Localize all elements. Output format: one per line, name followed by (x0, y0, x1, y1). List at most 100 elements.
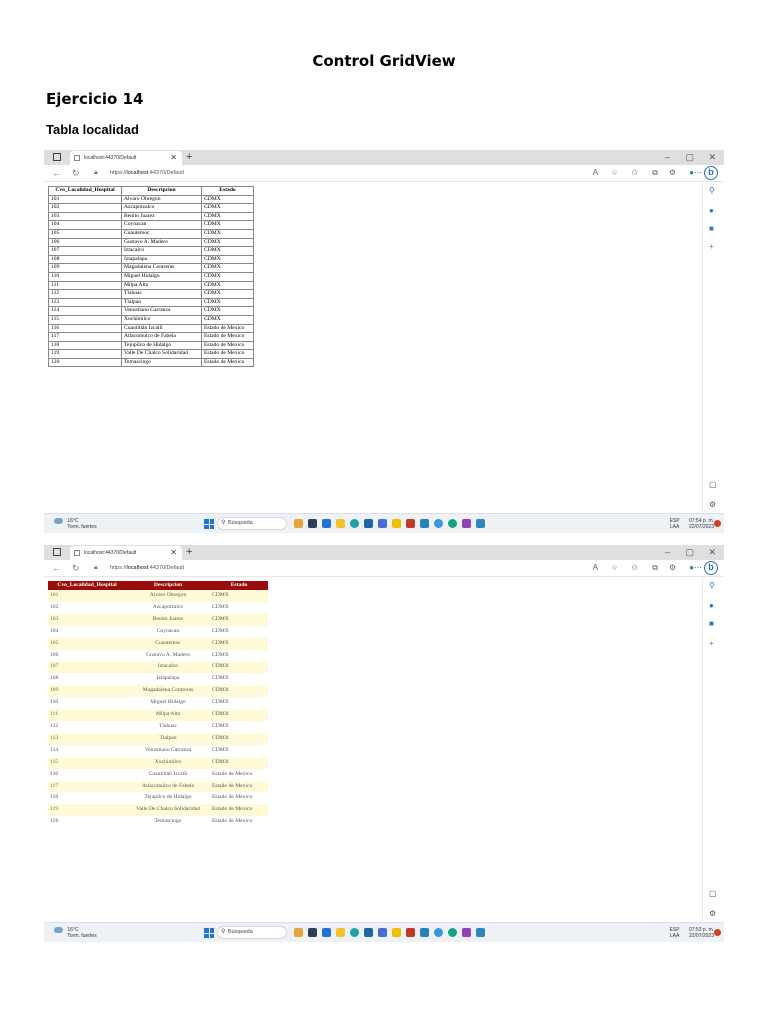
close-tab-icon[interactable]: ✕ (170, 546, 177, 560)
sidebar-tools-icon[interactable]: ■ (709, 224, 714, 234)
app-icon[interactable] (294, 519, 303, 528)
system-tray[interactable]: ESP LAA 07:53 p. m. 22/07/2023 (670, 927, 714, 939)
table-cell: Estado de Mexico (201, 357, 254, 368)
collections-icon[interactable]: ⧉ (652, 168, 658, 178)
collections-icon[interactable]: ⧉ (652, 563, 658, 573)
table-cell: 116 (48, 323, 122, 334)
address-bar: ← ↻ 🔒︎ https://localhost:44370/Default A… (44, 165, 724, 182)
extensions-icon[interactable]: ⚙ (669, 563, 676, 573)
app-icon[interactable] (308, 519, 317, 528)
favorite-star-icon[interactable]: ☆ (611, 168, 618, 178)
weather-widget[interactable]: 16°C Torm. fuertes (54, 518, 97, 530)
table-cell: CDMX (212, 699, 229, 706)
browser-tab[interactable]: localhost:44370/Default ✕ (70, 546, 182, 560)
table-cell: Benito Juarez (121, 211, 202, 222)
tab-actions-icon[interactable] (53, 153, 61, 161)
back-icon[interactable]: ← (52, 562, 61, 574)
app-icon[interactable] (392, 519, 401, 528)
app-icon[interactable] (420, 519, 429, 528)
app-icon[interactable] (420, 928, 429, 937)
url-field[interactable]: https://localhost:44370/Default (110, 563, 184, 573)
bing-icon[interactable]: b (704, 561, 718, 575)
close-window-icon[interactable]: ✕ (708, 546, 716, 559)
app-icon[interactable] (294, 928, 303, 937)
app-icon[interactable] (448, 519, 457, 528)
sidebar-search-icon[interactable]: ⚲ (709, 186, 715, 196)
back-icon[interactable]: ← (52, 167, 61, 179)
app-icon[interactable] (434, 519, 443, 528)
app-icon[interactable] (364, 928, 373, 937)
app-icon[interactable] (392, 928, 401, 937)
app-icon[interactable] (322, 519, 331, 528)
new-tab-button[interactable]: + (186, 545, 192, 559)
minimize-icon[interactable]: – (665, 546, 670, 559)
sidebar-shopping-icon[interactable]: ● (709, 601, 714, 611)
sidebar-split-icon[interactable]: ▢ (709, 480, 717, 490)
maximize-icon[interactable]: ▢ (685, 151, 694, 164)
more-menu-icon[interactable]: ⋯ (694, 563, 702, 573)
app-icon[interactable] (378, 519, 387, 528)
favorite-star-icon[interactable]: ☆ (611, 563, 618, 573)
bing-icon[interactable]: b (704, 166, 718, 180)
table-cell: Valle De Chalco Solidaridad (126, 804, 210, 817)
notification-icon[interactable] (714, 929, 721, 936)
system-tray[interactable]: ESP LAA 07:54 p. m. 22/07/2023 (670, 518, 714, 530)
table-cell: Estado de Mexico (201, 349, 254, 359)
app-icon[interactable] (378, 928, 387, 937)
windows-start-icon[interactable] (204, 928, 214, 938)
app-icon[interactable] (406, 928, 415, 937)
app-icon[interactable] (406, 519, 415, 528)
sidebar-shopping-icon[interactable]: ● (709, 206, 714, 216)
url-field[interactable]: https://localhost:44370/Default (110, 168, 184, 178)
app-icon[interactable] (476, 519, 485, 528)
app-icon[interactable] (308, 928, 317, 937)
read-aloud-icon[interactable]: A (593, 563, 598, 573)
windows-start-icon[interactable] (204, 519, 214, 529)
sidebar-settings-icon[interactable]: ⚙ (709, 500, 716, 510)
app-icon[interactable] (448, 928, 457, 937)
refresh-icon[interactable]: ↻ (72, 562, 80, 574)
sidebar-add-icon[interactable]: + (709, 639, 714, 649)
clock-date: 22/07/2023 (688, 933, 714, 939)
app-icon[interactable] (476, 928, 485, 937)
edge-icon[interactable] (350, 519, 359, 528)
table-cell: Miguel Hidalgo (121, 271, 202, 282)
sidebar-split-icon[interactable]: ▢ (709, 889, 717, 899)
table-cell: 113 (48, 732, 126, 745)
favorites-icon[interactable]: ✩ (631, 563, 638, 573)
app-icon[interactable] (434, 928, 443, 937)
refresh-icon[interactable]: ↻ (72, 167, 80, 179)
sidebar-search-icon[interactable]: ⚲ (709, 581, 715, 591)
notification-icon[interactable] (714, 520, 721, 527)
minimize-icon[interactable]: – (665, 151, 670, 164)
app-icon[interactable] (336, 519, 345, 528)
column-header: Cvo_Localidad_Hospital (48, 581, 126, 590)
search-icon: ⚲ (221, 520, 226, 526)
app-icon[interactable] (322, 928, 331, 937)
maximize-icon[interactable]: ▢ (685, 546, 694, 559)
new-tab-button[interactable]: + (186, 150, 192, 164)
taskbar-search[interactable]: ⚲ Búsqueda (217, 926, 287, 939)
tab-actions-icon[interactable] (53, 548, 61, 556)
extensions-icon[interactable]: ⚙ (669, 168, 676, 178)
more-menu-icon[interactable]: ⋯ (694, 168, 702, 178)
table-row: 117 Atlacomulco de Fabela Estado de Mexico (48, 332, 254, 342)
browser-tab[interactable]: localhost:44370/Default ✕ (70, 151, 182, 165)
edge-icon[interactable] (350, 928, 359, 937)
sidebar-tools-icon[interactable]: ■ (709, 619, 714, 629)
close-window-icon[interactable]: ✕ (708, 151, 716, 164)
taskbar-search[interactable]: ⚲ Búsqueda (217, 517, 287, 530)
app-icon[interactable] (462, 928, 471, 937)
sidebar-settings-icon[interactable]: ⚙ (709, 909, 716, 919)
app-icon[interactable] (462, 519, 471, 528)
app-icon[interactable] (364, 519, 373, 528)
weather-widget[interactable]: 16°C Torm. fuertes (54, 927, 97, 939)
read-aloud-icon[interactable]: A (593, 168, 598, 178)
app-icon[interactable] (336, 928, 345, 937)
favorites-icon[interactable]: ✩ (631, 168, 638, 178)
close-tab-icon[interactable]: ✕ (170, 151, 177, 165)
table-row: 112 Tlahuac CDMX (48, 721, 268, 733)
table-cell: Tejupilco de Hidalgo (144, 794, 192, 801)
sidebar-add-icon[interactable]: + (709, 242, 714, 252)
table-cell: 107 (48, 246, 122, 256)
